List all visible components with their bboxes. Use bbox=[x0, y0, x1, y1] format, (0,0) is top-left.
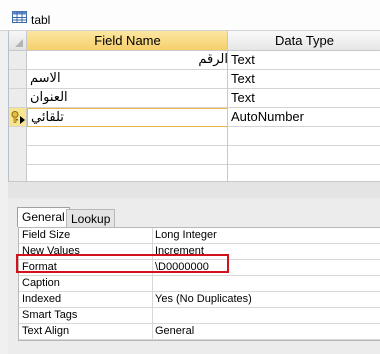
property-row-field-size[interactable]: Field Size Long Integer bbox=[19, 228, 380, 244]
property-label: Format bbox=[19, 260, 153, 275]
property-value[interactable] bbox=[153, 276, 380, 291]
pane-splitter[interactable] bbox=[8, 181, 380, 199]
table-icon bbox=[12, 11, 27, 26]
property-sheet: Field Size Long Integer New Values Incre… bbox=[18, 227, 380, 341]
property-label: Caption bbox=[19, 276, 153, 291]
field-name-cell[interactable]: تلقائي bbox=[27, 108, 228, 127]
key-icon bbox=[10, 111, 20, 126]
field-name-text: تلقائي bbox=[31, 110, 64, 125]
field-name-text: الرقم bbox=[198, 52, 228, 67]
empty-field-row[interactable] bbox=[9, 127, 380, 146]
field-name-cell[interactable]: الرقم bbox=[27, 51, 228, 70]
current-row-arrow-icon bbox=[20, 113, 25, 127]
property-label: Smart Tags bbox=[19, 308, 153, 323]
data-type-cell[interactable]: Text bbox=[228, 70, 380, 89]
tab-general[interactable]: General bbox=[17, 207, 70, 227]
window-title-bar: tabl bbox=[0, 0, 380, 31]
property-row-indexed[interactable]: Indexed Yes (No Duplicates) bbox=[19, 292, 380, 308]
field-row[interactable]: الاسم Text bbox=[9, 70, 380, 89]
property-row-caption[interactable]: Caption bbox=[19, 276, 380, 292]
row-selector[interactable] bbox=[9, 89, 27, 108]
empty-field-row[interactable] bbox=[9, 146, 380, 165]
row-selector[interactable] bbox=[9, 70, 27, 89]
property-row-smart-tags[interactable]: Smart Tags bbox=[19, 308, 380, 324]
field-name-text: الاسم bbox=[30, 71, 61, 86]
property-label: Field Size bbox=[19, 228, 153, 243]
data-type-cell[interactable]: Text bbox=[228, 89, 380, 108]
property-row-new-values[interactable]: New Values Increment bbox=[19, 244, 380, 260]
field-name-cell[interactable]: العنوان bbox=[27, 89, 228, 108]
data-type-cell[interactable]: Text bbox=[228, 51, 380, 70]
property-value[interactable]: Increment bbox=[153, 244, 380, 259]
data-type-cell[interactable]: AutoNumber bbox=[228, 108, 380, 127]
property-value[interactable]: Long Integer bbox=[153, 228, 380, 243]
property-value[interactable]: Yes (No Duplicates) bbox=[153, 292, 380, 307]
property-row-text-align[interactable]: Text Align General bbox=[19, 324, 380, 340]
tab-lookup[interactable]: Lookup bbox=[66, 209, 116, 227]
column-header-data-type[interactable]: Data Type bbox=[228, 31, 380, 51]
select-all-button[interactable] bbox=[9, 31, 27, 51]
row-selector[interactable] bbox=[9, 127, 27, 146]
property-value[interactable]: \D0000000 bbox=[153, 260, 380, 275]
column-header-field-name[interactable]: Field Name bbox=[27, 31, 228, 51]
property-label: Text Align bbox=[19, 324, 153, 339]
property-value[interactable] bbox=[153, 308, 380, 323]
row-selector[interactable] bbox=[9, 51, 27, 70]
column-divider bbox=[227, 31, 228, 181]
property-value[interactable]: General bbox=[153, 324, 380, 339]
window-title: tabl bbox=[31, 13, 51, 27]
property-row-format[interactable]: Format \D0000000 bbox=[19, 260, 380, 276]
row-selector[interactable] bbox=[9, 146, 27, 165]
field-properties-pane: General Lookup Field Size Long Integer N… bbox=[8, 198, 380, 354]
row-selector[interactable] bbox=[9, 108, 27, 127]
property-label: Indexed bbox=[19, 292, 153, 307]
field-row-current[interactable]: تلقائي AutoNumber bbox=[9, 108, 380, 127]
field-design-grid: Field Name Data Type الرقم Text الاسم Te… bbox=[8, 31, 380, 184]
field-name-text: العنوان bbox=[30, 90, 68, 105]
field-name-cell[interactable]: الاسم bbox=[27, 70, 228, 89]
field-row[interactable]: الرقم Text bbox=[9, 51, 380, 70]
property-label: New Values bbox=[19, 244, 153, 259]
field-row[interactable]: العنوان Text bbox=[9, 89, 380, 108]
